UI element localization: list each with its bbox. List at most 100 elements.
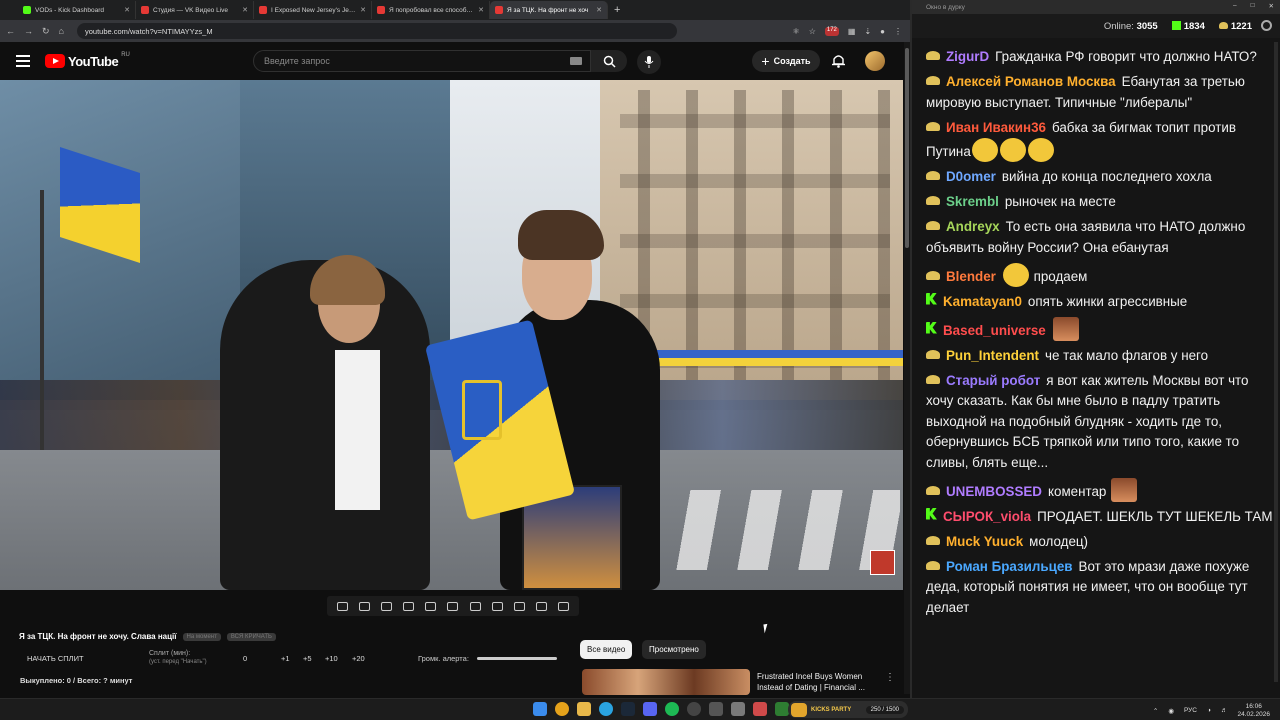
split-value[interactable]: 0 <box>243 654 281 663</box>
menu-icon[interactable]: ⋮ <box>894 27 902 36</box>
chrome-icon[interactable] <box>555 702 569 716</box>
title-pill[interactable]: На момент <box>182 632 221 641</box>
browser-tab[interactable]: Студия — VK Видео Live ✕ <box>136 1 254 19</box>
chat-username[interactable]: Алексей Романов Москва <box>946 74 1116 89</box>
kick-party-widget[interactable]: KICKS PARTY 250 / 1500 <box>788 701 908 718</box>
bookmark-star-icon[interactable]: ☆ <box>809 27 816 36</box>
recommended-thumbnail[interactable] <box>582 669 750 695</box>
wifi-icon[interactable]: ◑ <box>1207 707 1211 714</box>
notifications-bell-icon[interactable] <box>832 53 845 68</box>
chat-message: Blender продаем <box>926 262 1278 288</box>
tab-close-icon[interactable]: ✕ <box>478 6 484 14</box>
cinema-icon[interactable] <box>447 601 459 611</box>
chat-username[interactable]: Muck Yuuck <box>946 534 1023 549</box>
puzzle-icon[interactable]: ▦ <box>848 27 856 36</box>
close-icon[interactable]: ✕ <box>1269 2 1274 10</box>
reload-icon[interactable]: ↻ <box>42 26 50 37</box>
chat-username[interactable]: D0omer <box>946 169 996 184</box>
search-button[interactable] <box>591 50 627 72</box>
download-icon[interactable]: ⇣ <box>864 27 871 36</box>
tab-close-icon[interactable]: ✕ <box>596 6 602 14</box>
tab-close-icon[interactable]: ✕ <box>360 6 366 14</box>
pip-icon[interactable] <box>425 601 437 611</box>
chat-username[interactable]: Старый робот <box>946 373 1040 388</box>
recommended-title[interactable]: Frustrated Incel Buys Women Instead of D… <box>757 671 877 693</box>
chat-username[interactable]: Blender <box>946 269 996 284</box>
tab-close-icon[interactable]: ✕ <box>124 6 130 14</box>
home-icon[interactable]: ⌂ <box>59 26 64 36</box>
alert-volume-slider[interactable] <box>476 657 557 660</box>
translate-icon[interactable]: ⚛ <box>793 27 800 36</box>
chat-username[interactable]: Pun_Intendent <box>946 348 1039 363</box>
chat-username[interactable]: Skrembl <box>946 194 999 209</box>
telegram-icon[interactable] <box>599 702 613 716</box>
youtube-logo[interactable]: YouTube RU <box>45 52 130 69</box>
chat-username[interactable]: СЫРОК_viola <box>943 509 1031 524</box>
screenshot-icon[interactable] <box>380 601 392 611</box>
obs-icon[interactable] <box>687 702 701 716</box>
chat-username[interactable]: ZigurD <box>946 49 989 64</box>
app-icon[interactable] <box>731 702 745 716</box>
keyboard-icon[interactable] <box>570 57 582 65</box>
split-add-button[interactable]: +20 <box>352 654 365 663</box>
profile-icon[interactable]: ● <box>880 27 885 36</box>
back-icon[interactable]: ← <box>6 26 15 36</box>
split-add-button[interactable]: +1 <box>281 654 303 663</box>
chat-username[interactable]: UNEMBOSSED <box>946 484 1042 499</box>
chevron-up-icon[interactable]: ⌃ <box>1153 707 1158 715</box>
chip-watched[interactable]: Просмотрено <box>642 640 706 659</box>
clock[interactable]: 16:06 24.02.2026 <box>1237 703 1270 718</box>
start-split-button[interactable]: НАЧАТЬ СПЛИТ <box>27 654 84 663</box>
channel-watermark[interactable] <box>870 550 895 575</box>
chat-username[interactable]: Andreyx <box>946 219 1000 234</box>
browser-tab[interactable]: Я попробовал все способы б ✕ <box>372 1 490 19</box>
menu-icon[interactable] <box>16 55 30 67</box>
app-icon[interactable] <box>753 702 767 716</box>
url-field[interactable]: youtube.com/watch?v=NTIMAYYzs_M <box>76 23 677 39</box>
clip-icon[interactable] <box>491 601 503 611</box>
film-icon[interactable] <box>403 601 415 611</box>
discord-icon[interactable] <box>643 702 657 716</box>
new-tab-icon[interactable]: + <box>614 4 620 16</box>
browser-tab[interactable]: VODs - Kick Dashboard ✕ <box>18 1 136 19</box>
app-icon[interactable] <box>775 702 789 716</box>
language-indicator[interactable]: РУС <box>1184 707 1197 714</box>
chat-username[interactable]: Based_universe <box>943 323 1046 338</box>
maximize-icon[interactable]: □ <box>1251 2 1255 10</box>
chat-settings-icon[interactable] <box>1261 20 1272 31</box>
camera-icon[interactable] <box>513 601 525 611</box>
voice-search-button[interactable] <box>637 50 661 74</box>
audio-icon[interactable] <box>358 601 370 611</box>
chip-all-videos[interactable]: Все видео <box>580 640 633 659</box>
split-add-button[interactable]: +5 <box>303 654 325 663</box>
title-pill[interactable]: ВСЯ КРИЧАТЬ <box>226 632 276 641</box>
mic-icon[interactable]: ◉ <box>1168 707 1174 715</box>
tab-close-icon[interactable]: ✕ <box>242 6 248 14</box>
loop-icon[interactable] <box>336 601 348 611</box>
search-input[interactable]: Введите запрос <box>253 50 591 72</box>
account-avatar[interactable] <box>865 51 885 71</box>
chat-scrollbar[interactable] <box>1274 42 1278 682</box>
browser-tab[interactable]: I Exposed New Jersey's Jewish ✕ <box>254 1 372 19</box>
minimize-icon[interactable]: – <box>1233 2 1237 10</box>
extension-badge[interactable]: 172 <box>824 26 839 36</box>
chat-username[interactable]: Иван Ивакин36 <box>946 120 1046 135</box>
split-add-button[interactable]: +10 <box>325 654 352 663</box>
spotify-icon[interactable] <box>665 702 679 716</box>
speed-icon[interactable] <box>469 601 481 611</box>
gear-icon[interactable] <box>558 601 570 611</box>
flask-icon[interactable] <box>536 601 548 611</box>
more-options-icon[interactable]: ⋮ <box>885 672 895 683</box>
app-icon[interactable] <box>709 702 723 716</box>
forward-icon[interactable]: → <box>24 26 33 36</box>
chat-username[interactable]: Роман Бразильцев <box>946 559 1073 574</box>
create-button[interactable]: + Создать <box>752 50 820 72</box>
browser-tab[interactable]: Я за ТЦК. На фронт не хоч ✕ <box>490 1 608 19</box>
start-icon[interactable] <box>533 702 547 716</box>
coin-badge-icon <box>926 51 940 60</box>
chat-username[interactable]: Kamatayan0 <box>943 294 1022 309</box>
volume-icon[interactable]: ♬ <box>1221 707 1228 714</box>
folder-icon[interactable] <box>577 702 591 716</box>
video-player[interactable] <box>0 80 903 590</box>
steam-icon[interactable] <box>621 702 635 716</box>
